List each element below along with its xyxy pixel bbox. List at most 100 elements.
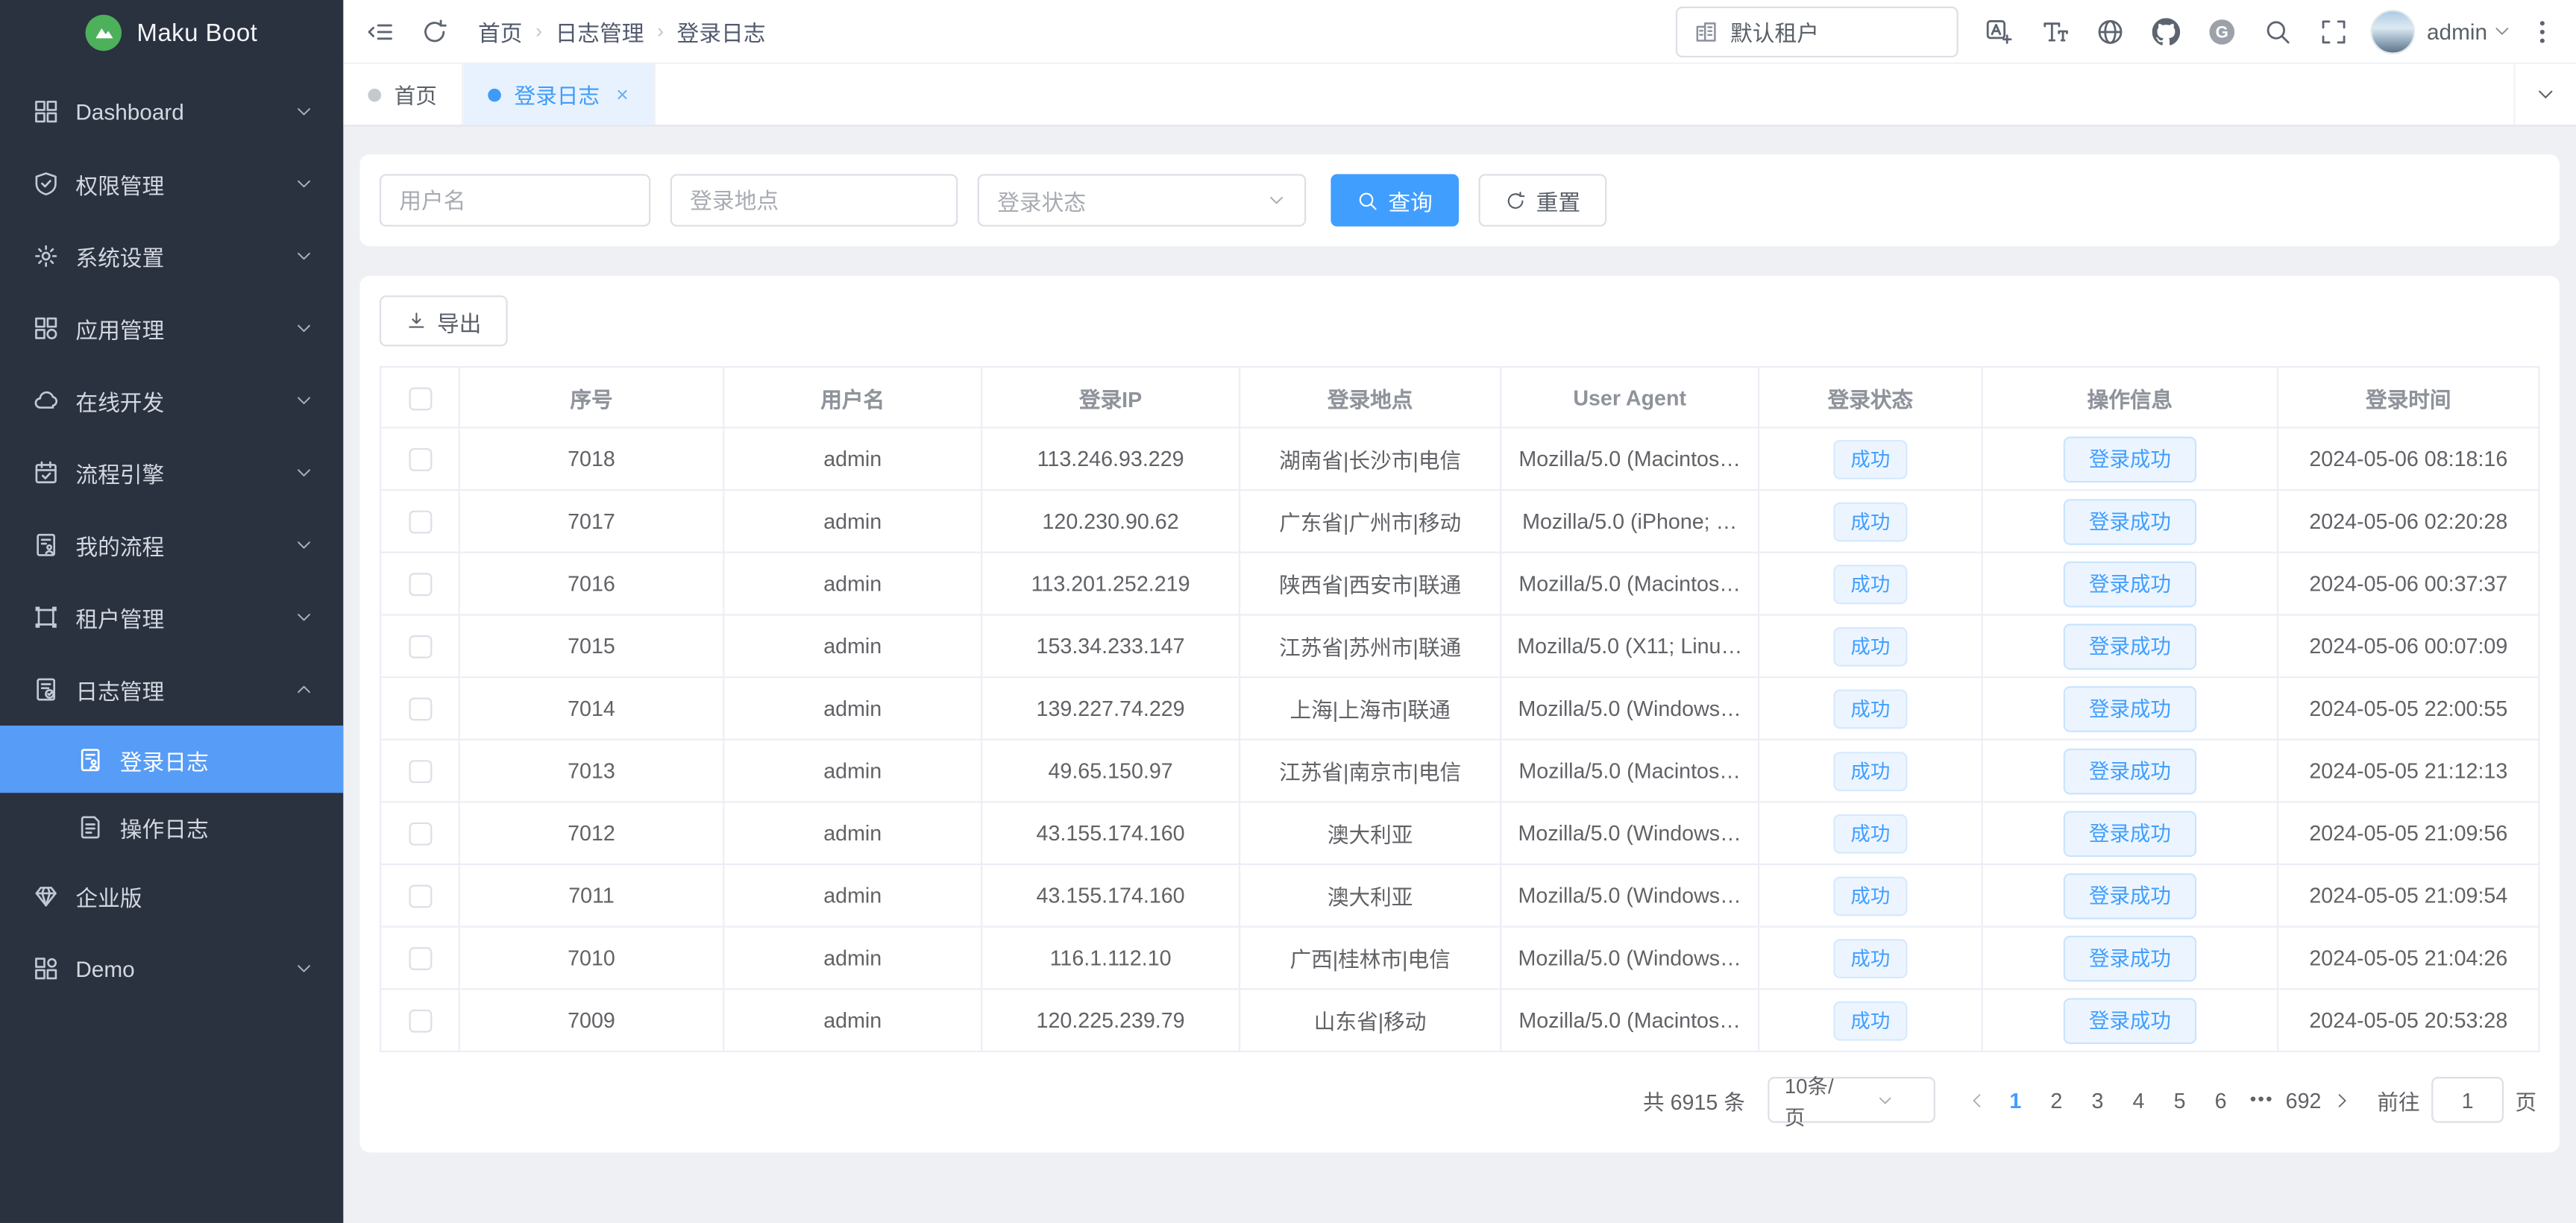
sidebar-item-operation-log[interactable]: 操作日志 <box>0 793 343 860</box>
font-size-icon[interactable] <box>2041 17 2068 45</box>
page-button-5[interactable]: 5 <box>2159 1077 2200 1123</box>
select-all-checkbox[interactable] <box>408 387 431 410</box>
row-checkbox[interactable] <box>408 1010 431 1033</box>
login-log-table: 序号用户名登录IP登录地点User Agent登录状态操作信息登录时间 7018… <box>380 366 2540 1052</box>
sidebar-item-enterprise[interactable]: 企业版 <box>0 860 343 932</box>
tenant-select-value: 默认租户 <box>1730 15 1819 48</box>
page-button-2[interactable]: 2 <box>2036 1077 2077 1123</box>
user-name[interactable]: admin <box>2427 19 2487 43</box>
tab-close-icon[interactable]: × <box>616 82 629 107</box>
breadcrumb-home[interactable]: 首页 <box>478 15 522 48</box>
search-icon[interactable] <box>2264 17 2292 45</box>
export-button[interactable]: 导出 <box>380 295 508 346</box>
cell-user-agent: Mozilla/5.0 (Windows… <box>1501 927 1759 990</box>
page-button-4[interactable]: 4 <box>2118 1077 2159 1123</box>
sidebar-item-log[interactable]: 日志管理 <box>0 653 343 726</box>
refresh-page-icon[interactable] <box>421 17 448 45</box>
sidebar-item-permission[interactable]: 权限管理 <box>0 148 343 220</box>
sidebar-item-application[interactable]: 应用管理 <box>0 292 343 365</box>
tab-overflow-button[interactable] <box>2513 64 2576 125</box>
operation-info-badge[interactable]: 登录成功 <box>2064 748 2196 794</box>
table-row: 7014admin139.227.74.229上海|上海市|联通Mozilla/… <box>380 677 2539 740</box>
prev-page-button[interactable] <box>1958 1077 1994 1123</box>
page-button-6[interactable]: 6 <box>2200 1077 2241 1123</box>
checkbox-cell <box>380 614 459 677</box>
cell-user-agent: Mozilla/5.0 (X11; Linu… <box>1501 614 1759 677</box>
translate-icon[interactable] <box>1985 17 2012 45</box>
sidebar-item-label: Dashboard <box>75 99 294 124</box>
row-checkbox[interactable] <box>408 948 431 971</box>
fullscreen-icon[interactable] <box>2320 17 2348 45</box>
operation-info-badge[interactable]: 登录成功 <box>2064 436 2196 482</box>
cell-login-time: 2024-05-05 22:00:55 <box>2278 677 2539 740</box>
sidebar-item-dashboard[interactable]: Dashboard <box>0 75 343 148</box>
sidebar-item-workflow-engine[interactable]: 流程引擎 <box>0 437 343 509</box>
cell-username: admin <box>723 614 981 677</box>
gitee-icon[interactable]: G <box>2208 17 2236 45</box>
page-button-3[interactable]: 3 <box>2077 1077 2118 1123</box>
row-checkbox[interactable] <box>408 823 431 846</box>
next-page-button[interactable] <box>2325 1077 2360 1123</box>
header-checkbox-cell <box>380 367 459 427</box>
operation-info-badge[interactable]: 登录成功 <box>2064 685 2196 732</box>
login-location-input[interactable] <box>670 174 958 226</box>
row-checkbox[interactable] <box>408 636 431 659</box>
tab-home[interactable]: 首页 <box>343 64 463 125</box>
chevron-down-icon <box>294 607 313 626</box>
cell-login-status: 成功 <box>1759 427 1982 490</box>
more-pages-button[interactable]: ••• <box>2241 1090 2282 1110</box>
cell-no: 7011 <box>459 864 724 927</box>
cell-login-location: 山东省|移动 <box>1240 989 1501 1051</box>
sidebar-item-online-dev[interactable]: 在线开发 <box>0 365 343 437</box>
username-input[interactable] <box>380 174 650 226</box>
chevron-down-icon[interactable] <box>2492 22 2512 41</box>
operation-info-badge[interactable]: 登录成功 <box>2064 810 2196 856</box>
sidebar-item-my-workflow[interactable]: 我的流程 <box>0 509 343 581</box>
sidebar-item-system-settings[interactable]: 系统设置 <box>0 220 343 292</box>
row-checkbox[interactable] <box>408 511 431 534</box>
chevron-down-icon <box>294 463 313 482</box>
operation-info-badge[interactable]: 登录成功 <box>2064 997 2196 1043</box>
row-checkbox[interactable] <box>408 761 431 784</box>
column-header: 序号 <box>459 367 724 427</box>
cell-user-agent: Mozilla/5.0 (Windows… <box>1501 802 1759 864</box>
cell-user-agent: Mozilla/5.0 (Windows… <box>1501 677 1759 740</box>
operation-info-badge[interactable]: 登录成功 <box>2064 935 2196 981</box>
avatar[interactable] <box>2371 9 2415 53</box>
filter-card: 登录状态 查询 重置 <box>359 154 2560 246</box>
table-row: 7010admin116.1.112.10广西|桂林市|电信Mozilla/5.… <box>380 927 2539 990</box>
cell-username: admin <box>723 490 981 553</box>
status-badge: 成功 <box>1834 1001 1906 1040</box>
sidebar-item-demo[interactable]: Demo <box>0 932 343 1005</box>
cell-operation-info: 登录成功 <box>1982 490 2278 553</box>
collapse-menu-icon[interactable] <box>366 17 394 45</box>
tenant-select[interactable]: 默认租户 <box>1676 6 1958 57</box>
sidebar-item-login-log[interactable]: 登录日志 <box>0 726 343 793</box>
goto-page-input[interactable] <box>2431 1077 2504 1123</box>
page-button-1[interactable]: 1 <box>1995 1077 2036 1123</box>
login-status-select[interactable]: 登录状态 <box>978 174 1307 226</box>
chevron-up-icon <box>294 679 313 699</box>
row-checkbox[interactable] <box>408 885 431 908</box>
operation-info-badge[interactable]: 登录成功 <box>2064 873 2196 919</box>
breadcrumb-log[interactable]: 日志管理 <box>556 15 644 48</box>
page-size-select[interactable]: 10条/页 <box>1768 1077 1936 1123</box>
cell-username: admin <box>723 864 981 927</box>
row-checkbox[interactable] <box>408 449 431 472</box>
page-button-692[interactable]: 692 <box>2282 1077 2325 1123</box>
github-icon[interactable] <box>2152 17 2180 45</box>
globe-icon[interactable] <box>2096 17 2124 45</box>
operation-info-badge[interactable]: 登录成功 <box>2064 498 2196 544</box>
sidebar-item-tenant[interactable]: 租户管理 <box>0 581 343 653</box>
operation-info-badge[interactable]: 登录成功 <box>2064 561 2196 607</box>
cell-login-status: 成功 <box>1759 989 1982 1051</box>
chevron-down-icon <box>294 959 313 978</box>
row-checkbox[interactable] <box>408 698 431 721</box>
cell-operation-info: 登录成功 <box>1982 802 2278 864</box>
search-button[interactable]: 查询 <box>1331 174 1459 226</box>
kebab-menu-icon[interactable] <box>2528 17 2556 45</box>
tab-login-log[interactable]: 登录日志 × <box>463 64 655 125</box>
row-checkbox[interactable] <box>408 573 431 597</box>
reset-button[interactable]: 重置 <box>1479 174 1607 226</box>
operation-info-badge[interactable]: 登录成功 <box>2064 623 2196 669</box>
